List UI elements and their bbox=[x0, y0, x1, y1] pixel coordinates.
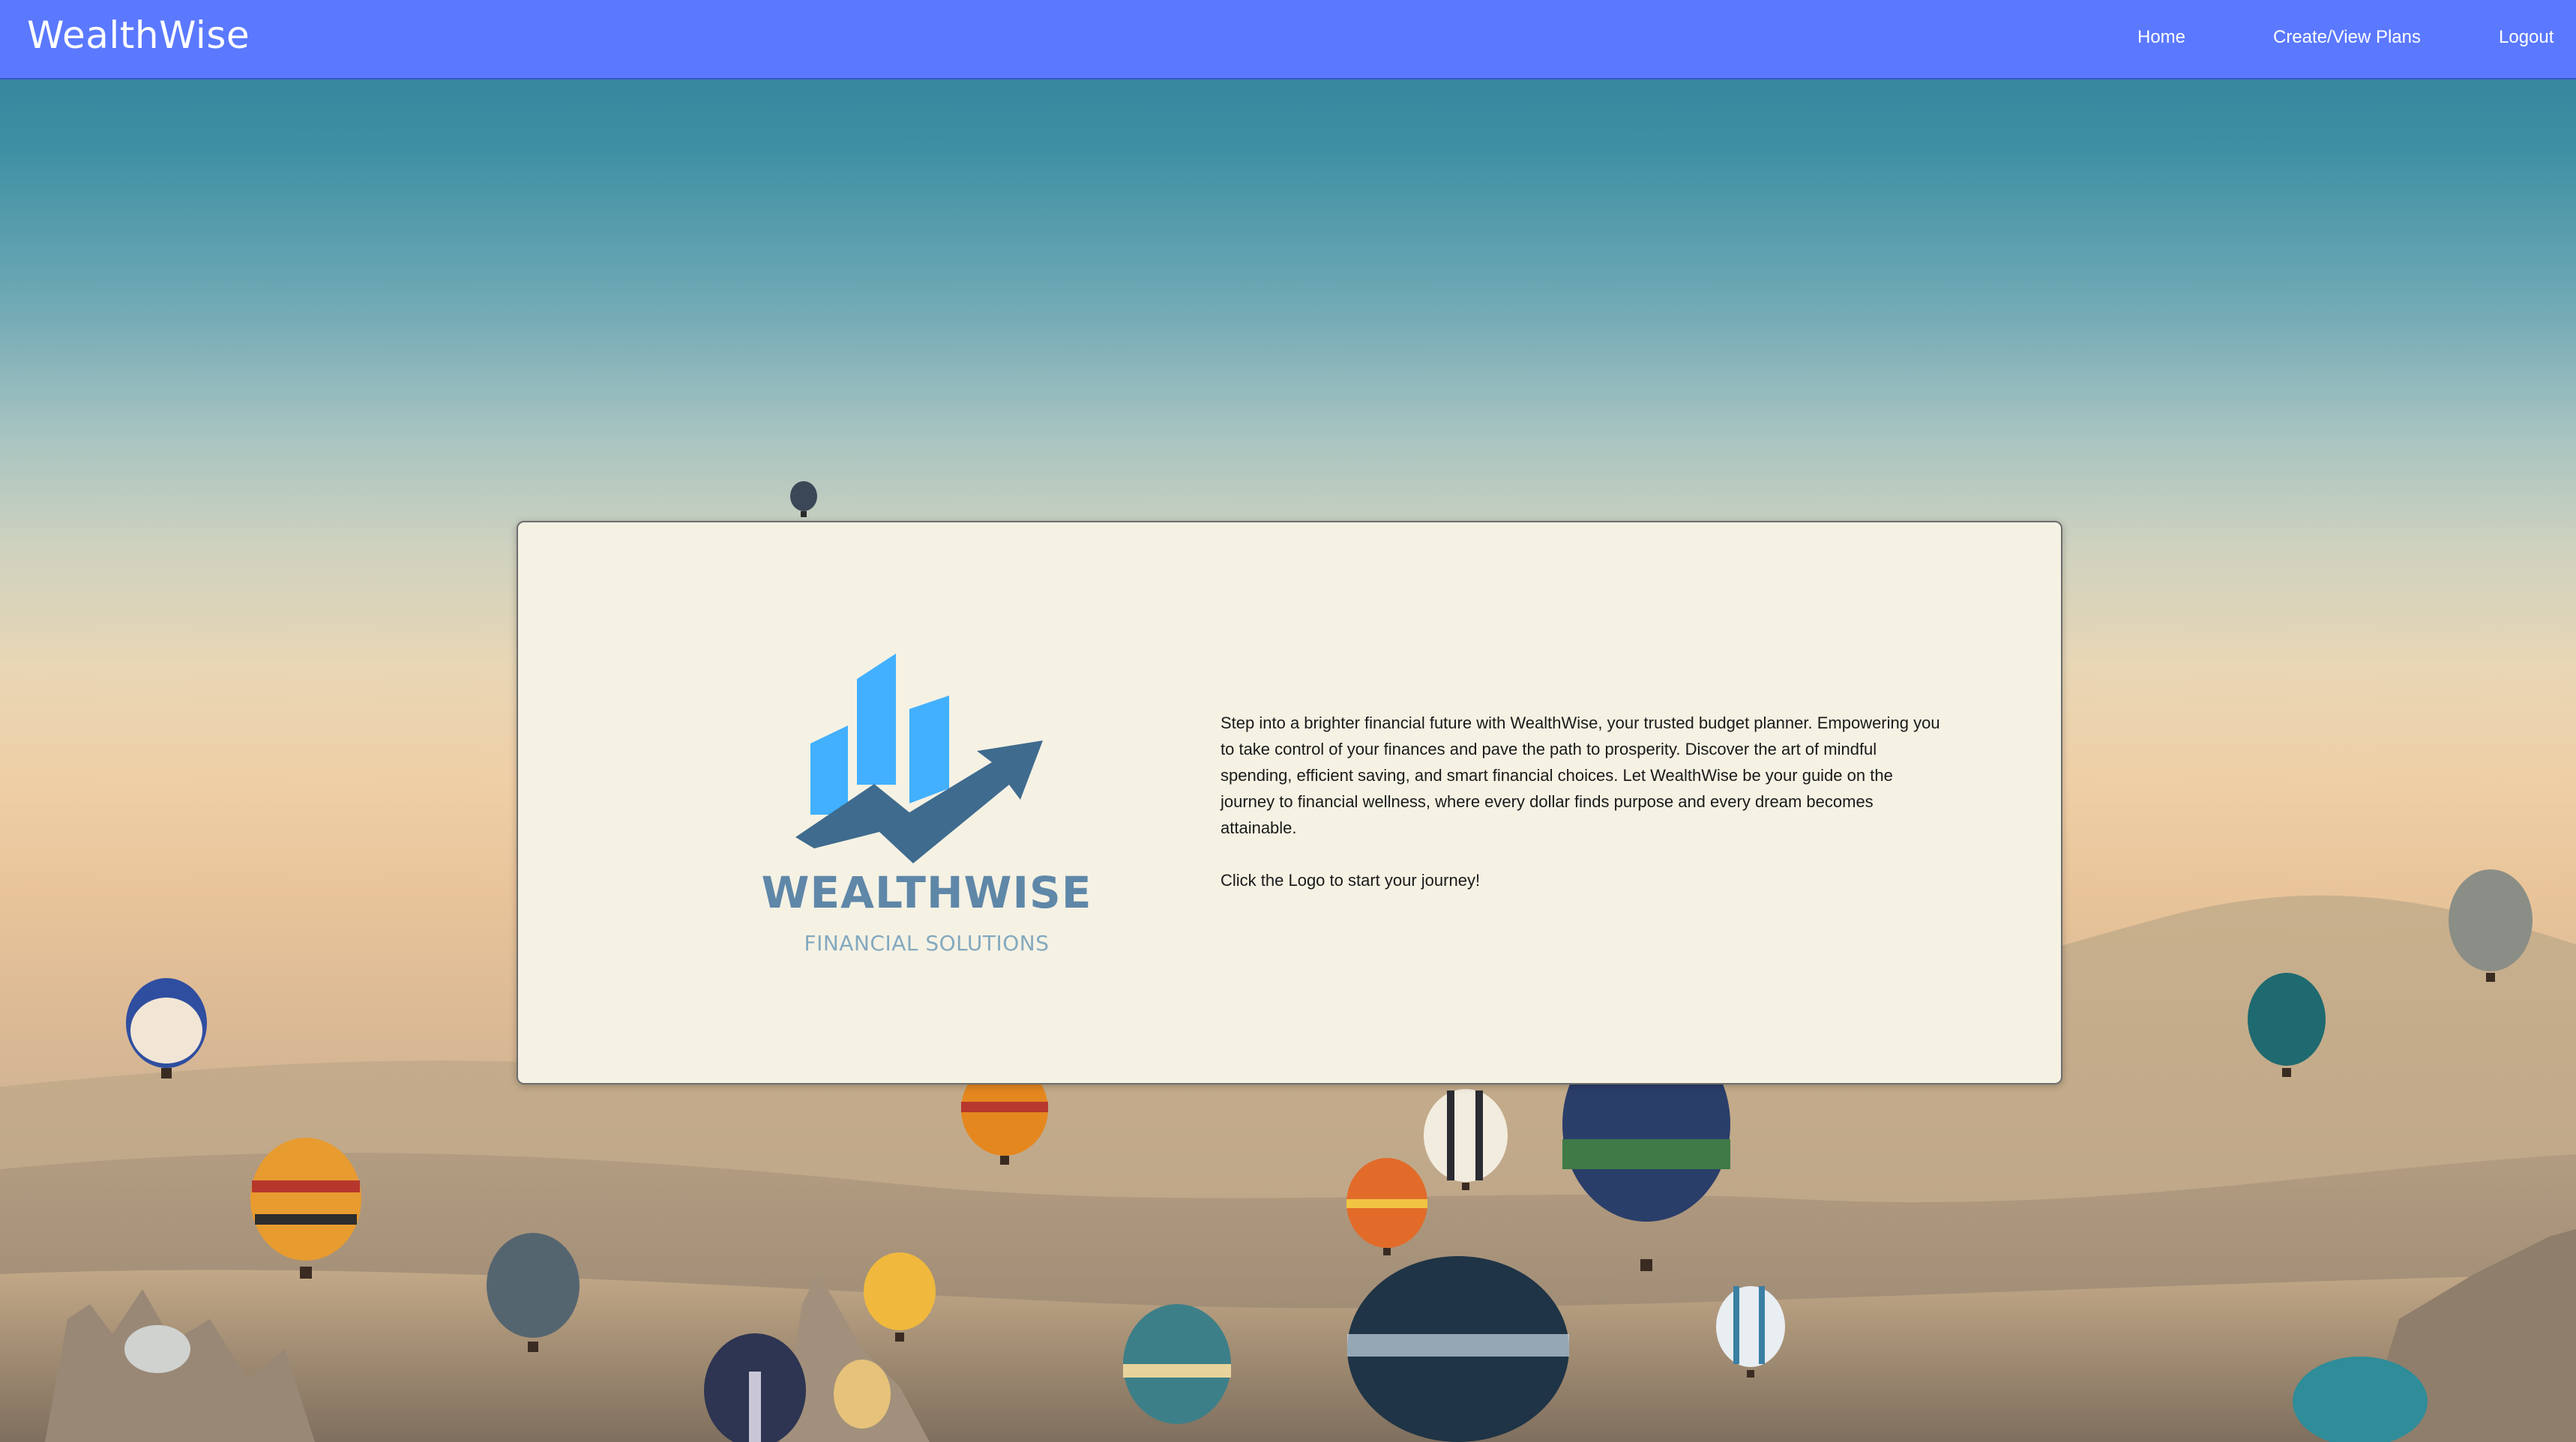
nav-link-create-view-plans[interactable]: Create/View Plans bbox=[2273, 27, 2421, 48]
nav-link-logout[interactable]: Logout bbox=[2499, 27, 2554, 48]
welcome-card: WEALTHWISE FINANCIAL SOLUTIONS Step into… bbox=[517, 521, 2062, 1084]
balloon-1 bbox=[790, 481, 817, 517]
brand-title[interactable]: WealthWise bbox=[27, 13, 250, 57]
logo-wordmark: WEALTHWISE bbox=[761, 867, 1092, 918]
top-navbar: WealthWise Home Create/View Plans Logout bbox=[0, 0, 2576, 79]
bar-chart-arrow-icon bbox=[795, 654, 1043, 863]
logo-tagline: FINANCIAL SOLUTIONS bbox=[804, 931, 1050, 956]
wealthwise-logo-button[interactable]: WEALTHWISE FINANCIAL SOLUTIONS bbox=[758, 646, 1095, 961]
intro-text-block: Step into a brighter financial future wi… bbox=[1221, 710, 1940, 920]
intro-description: Step into a brighter financial future wi… bbox=[1221, 714, 1940, 837]
logo-call-to-action: Click the Logo to start your journey! bbox=[1221, 871, 1481, 890]
nav-link-home[interactable]: Home bbox=[2137, 27, 2185, 48]
